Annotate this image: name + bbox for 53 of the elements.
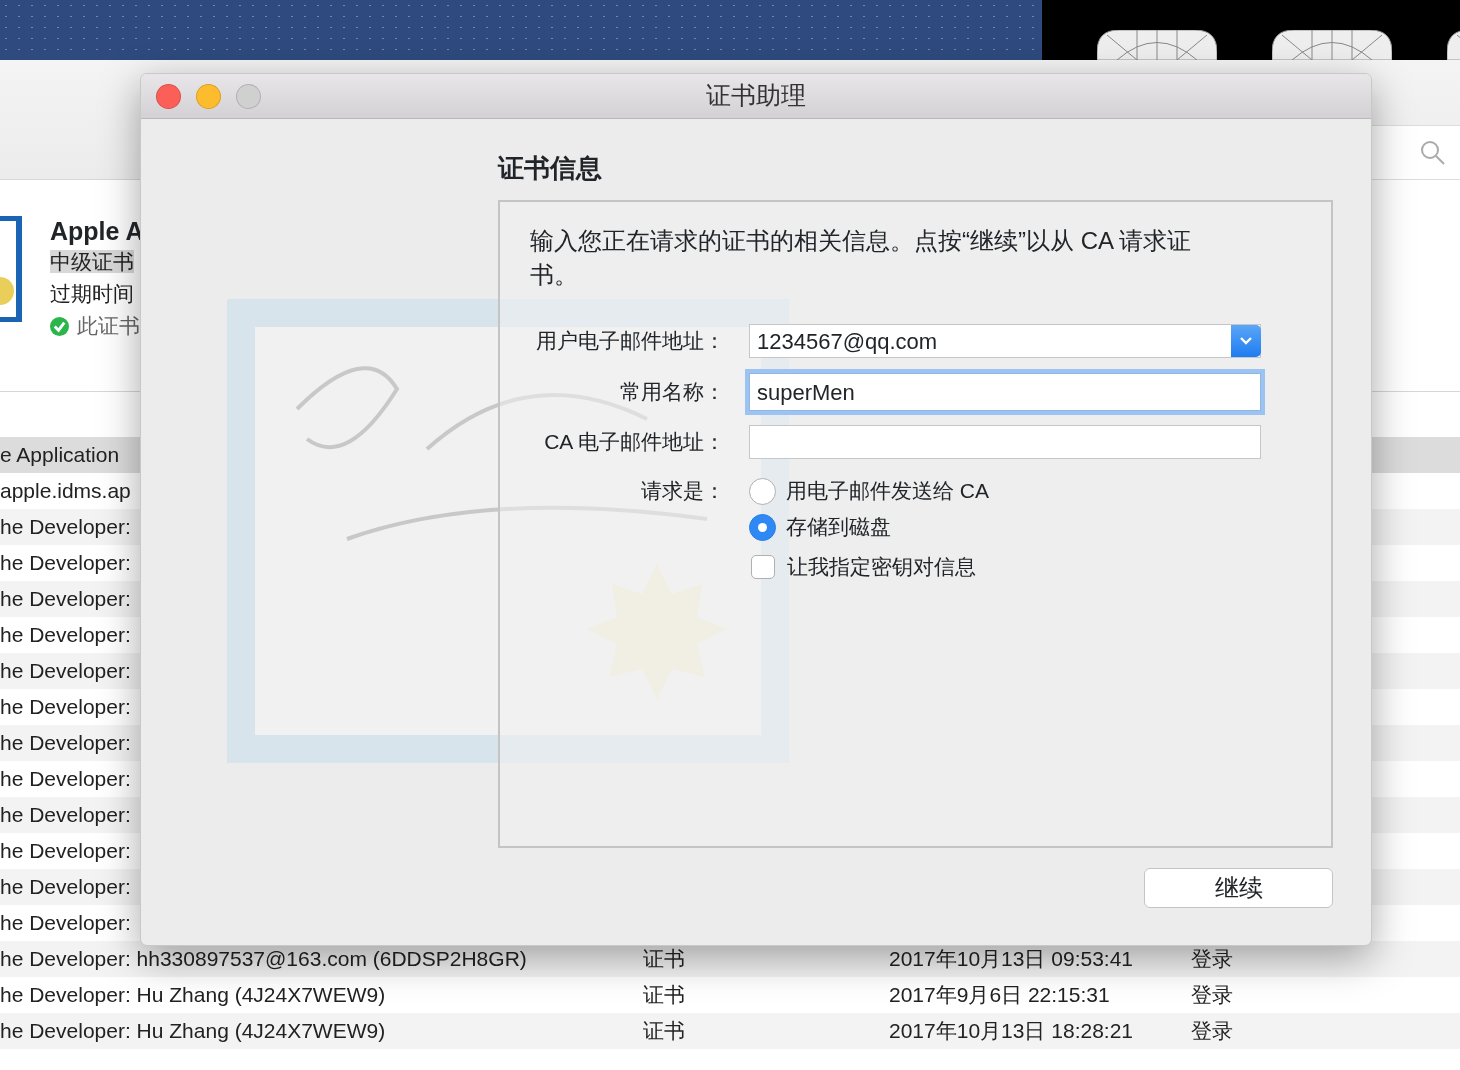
certificate-name: he Developer: Hu Zhang (4J24X7WEW9) (0, 982, 387, 1008)
certificate-name: he Developer: (0, 910, 131, 936)
certificate-name: he Developer: (0, 694, 131, 720)
continue-button[interactable]: 继续 (1144, 868, 1333, 908)
radio-label: 存储到磁盘 (786, 514, 891, 541)
field-label: 请求是： (640, 478, 725, 504)
instruction-text: 输入您正在请求的证书的相关信息。点按“继续”以从 CA 请求证书。 (530, 226, 1193, 290)
kind-cell-text: 证书 (643, 982, 686, 1008)
expiry-label: 过期时间 (50, 281, 135, 307)
certificate-name: he Developer: (0, 766, 131, 792)
certificate-name: he Developer: hh330897537@163.com (6DDSP2H8GR) (0, 946, 528, 972)
section-heading: 证书信息 (498, 152, 602, 185)
list-row[interactable]: he Developer: Hu Zhang (4J24X7WEW9) 证书 2017年10月13日 18:28:21 登录 (0, 1013, 1460, 1049)
certificate-status: 此证书 (77, 313, 140, 339)
dropdown-button[interactable] (1231, 325, 1261, 357)
certificate-name: he Developer: (0, 514, 131, 540)
date-cell-text: 2017年10月13日 18:28:21 (889, 1018, 1134, 1044)
certificate-name: he Developer: (0, 874, 131, 900)
keychain-cell-text: 登录 (1191, 982, 1233, 1008)
field-label: 用户电子邮件地址： (535, 328, 725, 355)
app-placeholder-icon[interactable] (1097, 30, 1217, 60)
close-button[interactable] (156, 83, 181, 109)
kind-cell-text: 证书 (643, 1018, 686, 1044)
field-label: 常用名称： (619, 379, 725, 406)
zoom-button[interactable] (236, 83, 261, 109)
certificate-icon (0, 216, 22, 322)
search-icon (1420, 139, 1446, 166)
date-cell-text: 2017年9月6日 22:15:31 (889, 982, 1111, 1008)
checkbox-label: 让我指定密钥对信息 (787, 554, 976, 581)
certificate-name: he Developer: (0, 802, 131, 828)
email-combo-box[interactable]: 1234567@qq.com (749, 324, 1261, 358)
minimize-button[interactable] (196, 83, 221, 109)
window-title: 证书助理 (706, 80, 806, 112)
date-cell-text: 2017年10月13日 09:53:41 (889, 946, 1134, 972)
checkbox[interactable] (751, 555, 775, 579)
chevron-down-icon (1239, 336, 1253, 346)
certificate-name: e Application (0, 442, 120, 468)
certificate-name: he Developer: (0, 586, 131, 612)
certificate-name: he Developer: Hu Zhang (4J24X7WEW9) (0, 1018, 387, 1044)
keychain-cell-text: 登录 (1191, 1018, 1233, 1044)
kind-cell-text: 证书 (643, 946, 686, 972)
field-label: CA 电子邮件地址： (543, 429, 725, 456)
keychain-cell-text: 登录 (1191, 946, 1233, 972)
text-field[interactable] (749, 425, 1261, 459)
certificate-name: he Developer: (0, 838, 131, 864)
list-row[interactable]: he Developer: Hu Zhang (4J24X7WEW9) 证书 2017年9月6日 22:15:31 登录 (0, 977, 1460, 1013)
certificate-name: he Developer: (0, 730, 131, 756)
app-placeholder-icon[interactable] (1272, 30, 1392, 60)
certificate-type: 中级证书 (50, 250, 134, 273)
radio-label: 用电子邮件发送给 CA (786, 478, 989, 505)
search-field[interactable] (1372, 125, 1460, 180)
certificate-name: he Developer: (0, 622, 131, 648)
certificate-name: he Developer: (0, 658, 131, 684)
